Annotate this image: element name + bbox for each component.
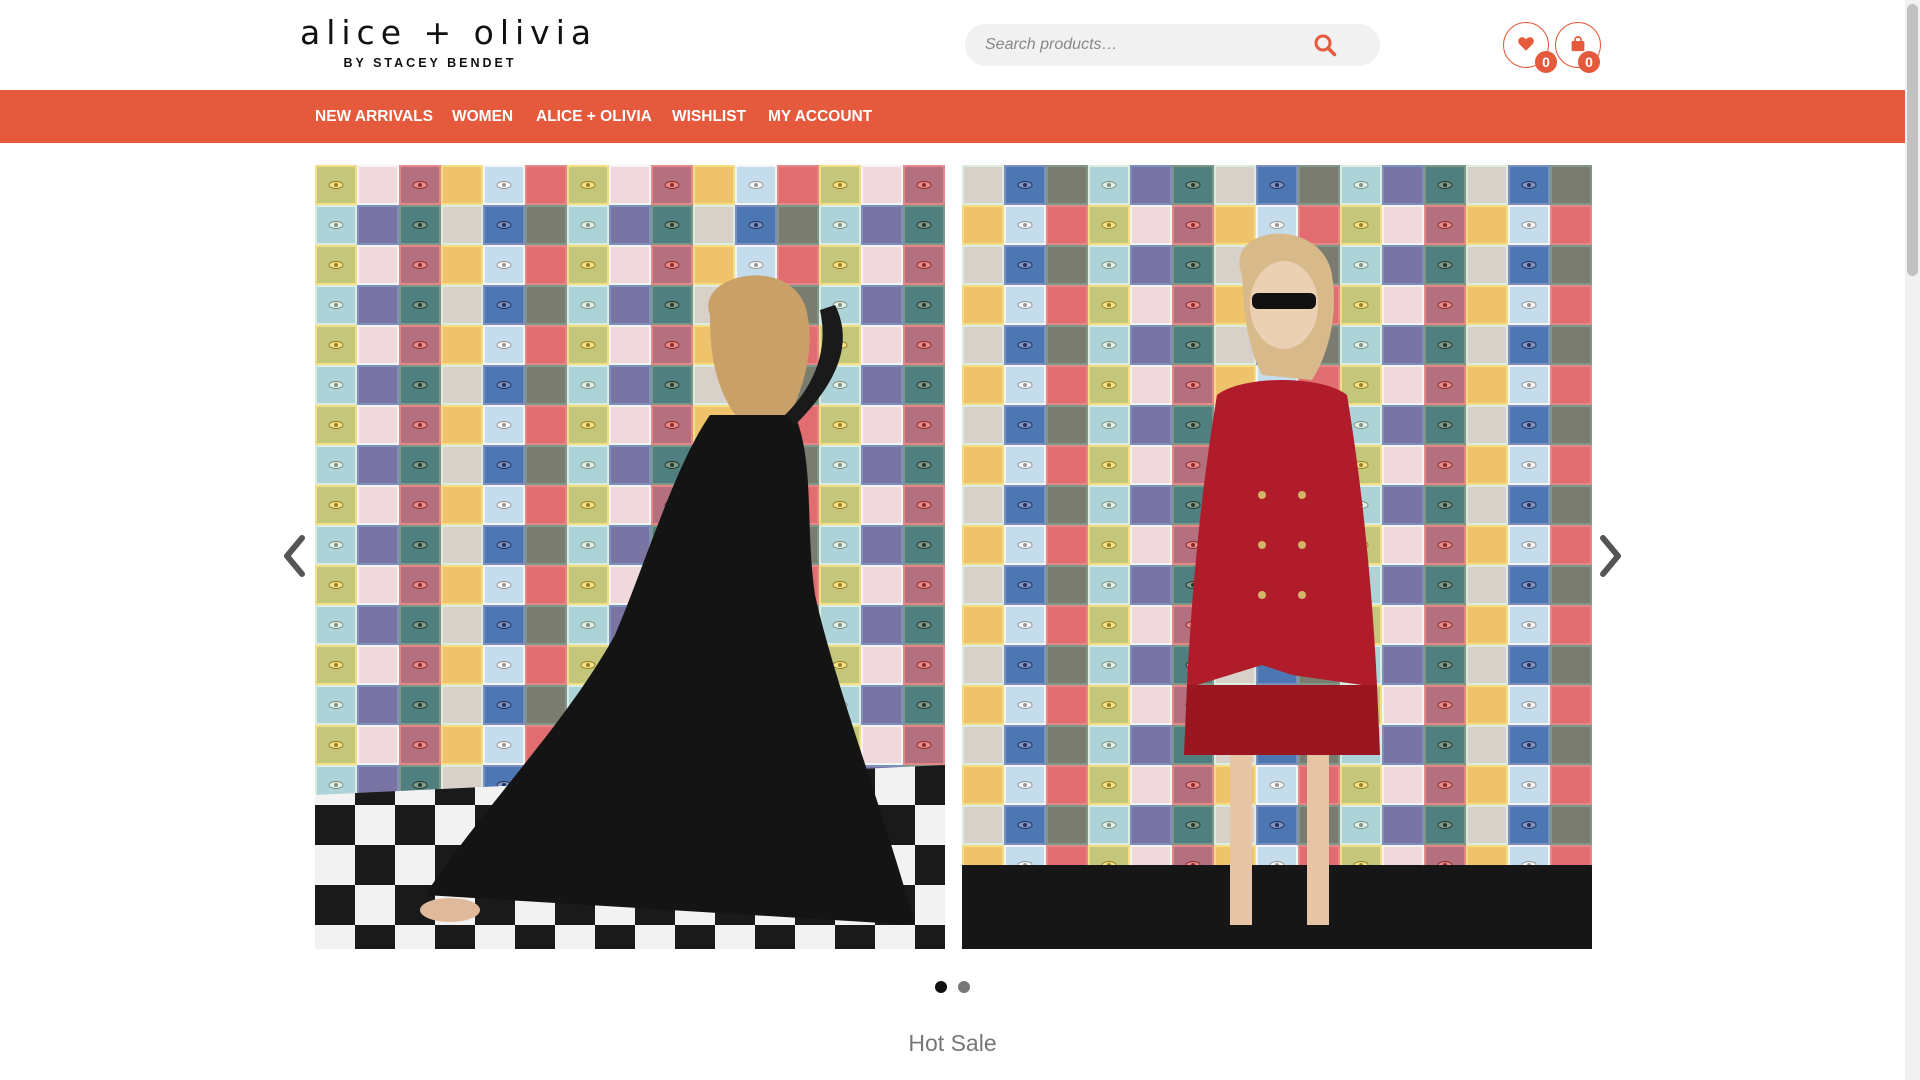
site-header: alice + olivia BY STACEY BENDET 0 0 [0,0,1905,90]
chevron-right-icon [1600,535,1621,577]
brand-logo[interactable]: alice + olivia BY STACEY BENDET [300,13,598,74]
slider-pagination [935,981,975,993]
slider-next-button[interactable] [1592,533,1628,579]
page-scrollbar[interactable] [1905,0,1920,1080]
heart-icon [1518,37,1534,51]
search-icon [1314,34,1337,57]
section-title-hot-sale: Hot Sale [908,1030,997,1056]
logo-wordmark: alice + olivia [300,13,598,52]
nav-item-new-arrivals[interactable]: NEW ARRIVALS [315,90,433,143]
cart-count-badge: 0 [1578,51,1600,73]
logo-tagline: BY STACEY BENDET [343,56,517,70]
slide-photo [315,165,945,949]
search-input[interactable] [965,24,1295,66]
slider-prev-button[interactable] [277,533,313,579]
page: alice + olivia BY STACEY BENDET 0 0 [0,0,1905,1080]
bag-icon [1571,36,1585,52]
slide-photo [962,165,1592,949]
wishlist-count-badge: 0 [1535,51,1557,73]
nav-item-women[interactable]: WOMEN [452,90,513,143]
nav-item-my-account[interactable]: MY ACCOUNT [768,90,872,143]
slide-image-black-gown[interactable] [315,165,945,949]
slide-image-red-blazer[interactable] [962,165,1592,949]
chevron-left-icon [284,535,305,577]
main-navigation: NEW ARRIVALS WOMEN ALICE + OLIVIA WISHLI… [0,90,1905,143]
search-button[interactable] [1300,24,1352,66]
nav-item-wishlist[interactable]: WISHLIST [672,90,746,143]
slider-dot-1[interactable] [935,981,947,993]
slider-dot-2[interactable] [958,981,970,993]
scrollbar-thumb[interactable] [1907,4,1918,276]
nav-item-alice-olivia[interactable]: ALICE + OLIVIA [536,90,652,143]
